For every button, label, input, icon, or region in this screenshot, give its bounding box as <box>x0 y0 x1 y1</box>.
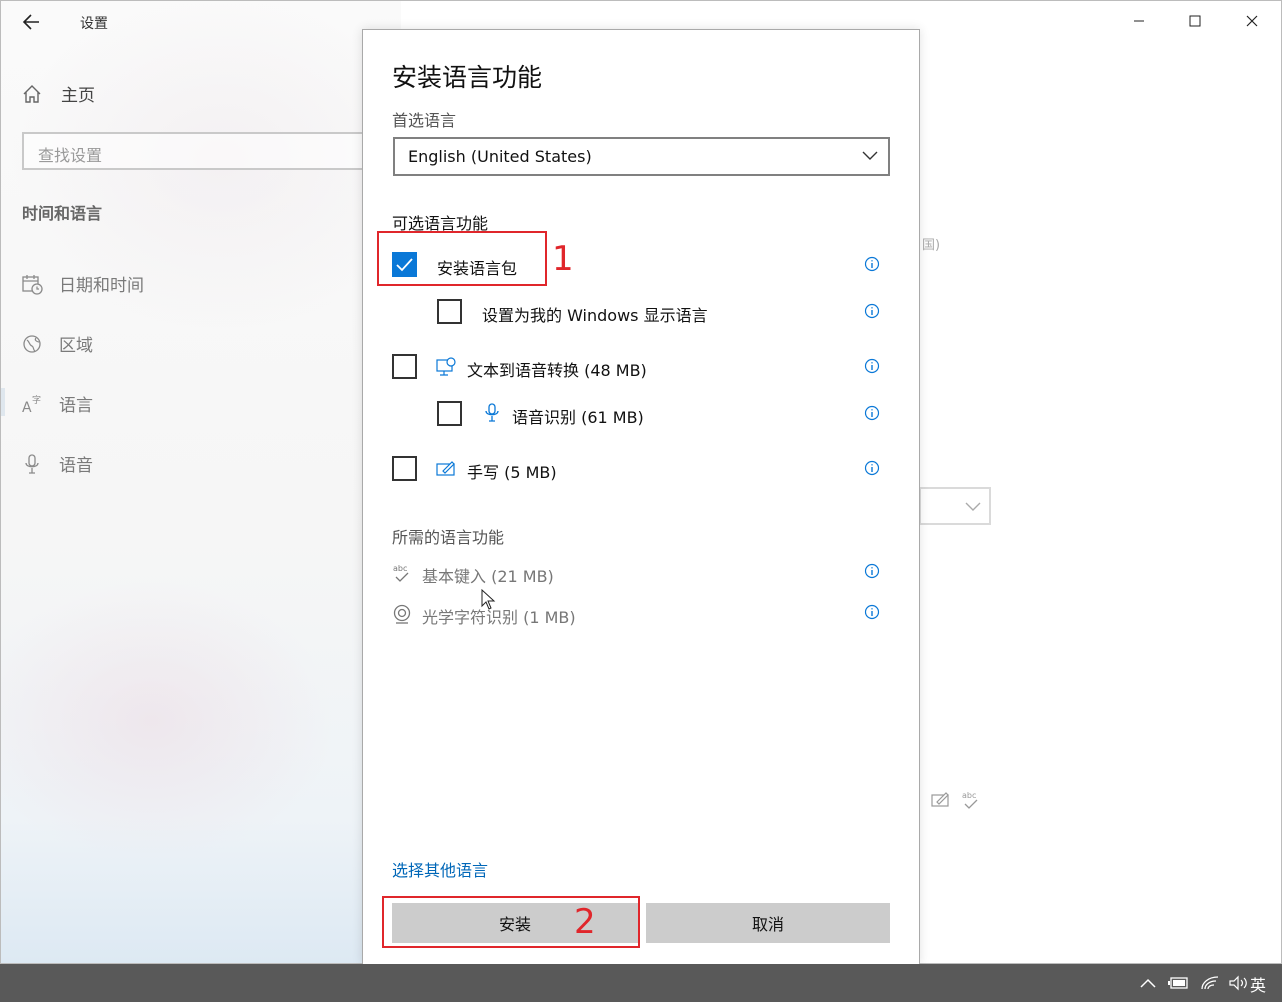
sidebar-item-region[interactable]: 区域 <box>21 331 93 356</box>
required-ocr: 光学字符识别 (1 MB) <box>363 599 919 629</box>
app-title: 设置 <box>80 16 108 32</box>
annotation-number-1: 1 <box>552 239 574 279</box>
close-icon <box>1246 15 1258 27</box>
dialog-title: 安装语言功能 <box>392 63 543 92</box>
info-icon[interactable] <box>864 358 880 374</box>
info-icon[interactable] <box>864 604 880 620</box>
input-method-indicator[interactable]: 英 <box>1250 972 1266 996</box>
preferred-language-label: 首选语言 <box>392 111 457 130</box>
microphone-icon <box>25 453 39 474</box>
battery-button[interactable] <box>1168 964 1190 1002</box>
install-language-dialog: 安装语言功能 首选语言 English (United States) 可选语言… <box>362 29 920 964</box>
speech-recognition-checkbox[interactable] <box>437 401 462 426</box>
spellcheck-icon: abc <box>962 791 978 809</box>
mouse-cursor-icon <box>481 589 496 610</box>
minimize-button[interactable] <box>1119 7 1159 35</box>
back-button[interactable] <box>17 9 47 35</box>
home-icon <box>23 84 41 103</box>
taskbar: 英 <box>0 964 1282 1002</box>
text-to-speech-checkbox[interactable] <box>392 354 417 379</box>
nav-home[interactable]: 主页 <box>21 81 95 106</box>
annotation-number-2: 2 <box>574 902 596 942</box>
cancel-button[interactable]: 取消 <box>646 903 890 943</box>
volume-button[interactable] <box>1228 964 1250 1002</box>
handwriting-icon <box>931 792 949 807</box>
preferred-language-value: English (United States) <box>408 147 592 166</box>
option-label: 文本到语音转换 (48 MB) <box>467 361 647 380</box>
required-basic-typing: abc 基本键入 (21 MB) <box>363 558 919 588</box>
close-button[interactable] <box>1232 7 1272 35</box>
language-icon: A 字 <box>22 394 41 415</box>
arrow-left-icon <box>22 14 39 30</box>
search-placeholder: 查找设置 <box>38 146 103 165</box>
text-to-speech-icon <box>436 357 456 376</box>
info-icon[interactable] <box>864 303 880 319</box>
annotation-box-1 <box>377 231 547 286</box>
preferred-language-select[interactable]: English (United States) <box>393 137 890 176</box>
info-icon[interactable] <box>864 405 880 421</box>
background-dropdown[interactable] <box>919 487 991 525</box>
sidebar-item-label: 日期和时间 <box>59 276 144 296</box>
maximize-button[interactable] <box>1175 7 1215 35</box>
choose-other-language-link[interactable]: 选择其他语言 <box>392 857 488 881</box>
section-title: 时间和语言 <box>22 204 103 223</box>
handwriting-icon <box>436 461 455 476</box>
calendar-clock-icon <box>22 274 43 295</box>
svg-text:abc: abc <box>393 564 407 573</box>
network-button[interactable] <box>1200 964 1220 1002</box>
nav-home-label: 主页 <box>61 86 95 106</box>
annotation-box-2 <box>382 896 640 948</box>
maximize-icon <box>1189 15 1201 27</box>
microphone-icon <box>485 403 499 422</box>
chevron-down-icon <box>862 151 878 160</box>
chevron-up-icon <box>1140 978 1156 988</box>
sidebar-item-label: 语音 <box>59 456 93 476</box>
ocr-icon <box>393 604 411 624</box>
show-hidden-icons-button[interactable] <box>1140 964 1156 1002</box>
required-features-label: 所需的语言功能 <box>392 528 505 547</box>
option-label: 手写 (5 MB) <box>467 463 557 482</box>
handwriting-checkbox[interactable] <box>392 456 417 481</box>
set-display-language-checkbox[interactable] <box>437 299 462 324</box>
sidebar-item-date-time[interactable]: 日期和时间 <box>21 271 144 296</box>
selected-indicator <box>1 388 5 416</box>
required-label: 光学字符识别 (1 MB) <box>422 608 576 627</box>
option-set-display-language[interactable]: 设置为我的 Windows 显示语言 <box>363 295 919 329</box>
sidebar-item-label: 区域 <box>59 336 93 356</box>
sidebar-item-label: 语言 <box>59 396 93 416</box>
minimize-icon <box>1134 20 1144 22</box>
option-label: 语音识别 (61 MB) <box>512 408 644 427</box>
sidebar-item-language[interactable]: A 字 语言 <box>21 391 93 417</box>
info-icon[interactable] <box>864 256 880 272</box>
svg-text:abc: abc <box>962 791 976 800</box>
globe-icon <box>23 334 41 353</box>
speaker-icon <box>1229 975 1247 991</box>
info-icon[interactable] <box>864 563 880 579</box>
spellcheck-icon: abc <box>393 564 409 582</box>
required-label: 基本键入 (21 MB) <box>422 567 554 586</box>
option-label: 设置为我的 Windows 显示语言 <box>482 306 708 325</box>
svg-text:A: A <box>22 400 32 415</box>
svg-text:字: 字 <box>32 394 41 406</box>
battery-icon <box>1168 977 1188 989</box>
option-speech-recognition[interactable]: 语音识别 (61 MB) <box>363 397 919 431</box>
background-text-fragment: 国) <box>922 238 941 253</box>
sidebar-item-speech[interactable]: 语音 <box>21 451 93 476</box>
chevron-down-icon <box>965 502 981 511</box>
search-input[interactable]: 查找设置 <box>22 132 382 170</box>
info-icon[interactable] <box>864 460 880 476</box>
wifi-icon <box>1201 976 1219 990</box>
option-handwriting[interactable]: 手写 (5 MB) <box>363 452 919 486</box>
option-text-to-speech[interactable]: 文本到语音转换 (48 MB) <box>363 350 919 384</box>
